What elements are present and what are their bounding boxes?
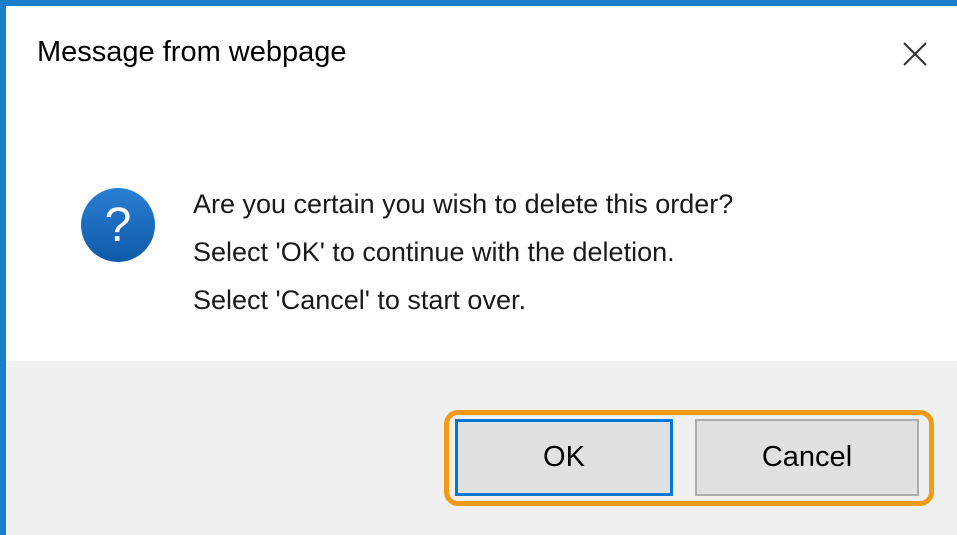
ok-button[interactable]: OK (455, 419, 673, 496)
dialog-content: ? Are you certain you wish to delete thi… (6, 106, 957, 361)
dialog-message: Are you certain you wish to delete this … (193, 180, 733, 324)
svg-text:?: ? (105, 199, 132, 252)
question-circle-icon: ? (81, 188, 155, 262)
close-x-icon (903, 42, 927, 66)
message-line: Select 'OK' to continue with the deletio… (193, 237, 675, 267)
message-line: Are you certain you wish to delete this … (193, 189, 734, 219)
dialog-footer: OK Cancel (6, 361, 957, 535)
message-line: Select 'Cancel' to start over. (193, 285, 526, 315)
close-button[interactable] (886, 28, 944, 80)
cancel-button[interactable]: Cancel (695, 419, 919, 496)
dialog-title-bar: Message from webpage (6, 6, 957, 106)
dialog-title: Message from webpage (37, 36, 347, 68)
message-dialog: Message from webpage ? Are you certain y… (6, 6, 957, 535)
desktop-background: Message from webpage ? Are you certain y… (0, 0, 957, 535)
